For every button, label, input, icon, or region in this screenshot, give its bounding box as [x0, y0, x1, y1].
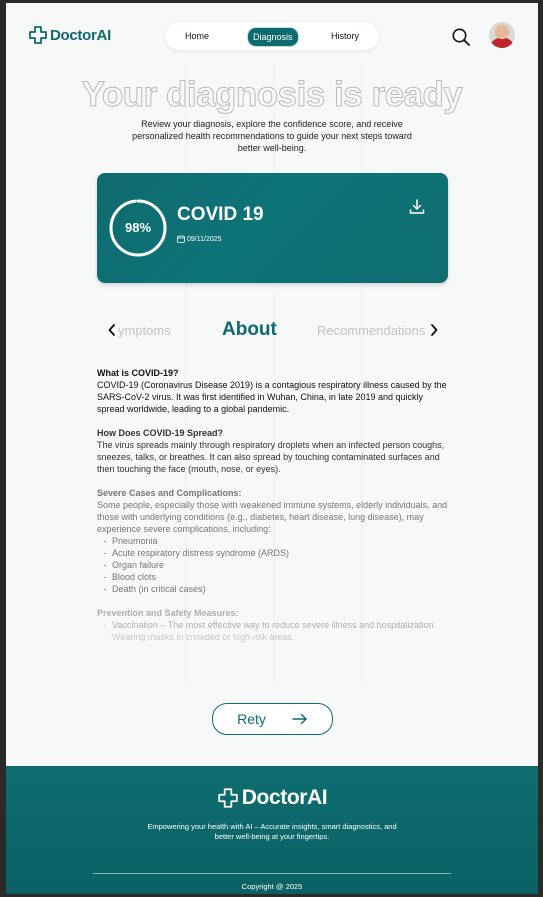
medical-cross-icon	[29, 26, 47, 44]
brand-name: DoctorAI	[50, 26, 111, 44]
list-item: Blood clots	[103, 571, 449, 583]
list-item: Organ failure	[103, 559, 449, 571]
list-item: Pneumonia	[103, 535, 449, 547]
calendar-icon	[177, 235, 185, 243]
nav-diagnosis[interactable]: Diagnosis	[247, 27, 299, 47]
tab-symptoms[interactable]: ymptoms	[118, 323, 171, 338]
download-icon[interactable]	[408, 198, 426, 216]
section-heading: Severe Cases and Complications:	[97, 488, 242, 498]
tab-recommendations[interactable]: Recommendations	[317, 323, 427, 338]
section-body: Some people, especially those with weake…	[97, 500, 448, 534]
medical-cross-icon	[218, 788, 238, 808]
list-item: Death (in critical cases)	[103, 583, 449, 595]
section-heading: How Does COVID-19 Spread?	[97, 428, 224, 438]
arrow-right-icon	[292, 713, 307, 725]
page-title: Your diagnosis is ready	[81, 75, 463, 115]
user-avatar[interactable]	[489, 22, 515, 48]
list-item: Vaccination – The most effective way to …	[103, 619, 449, 631]
chevron-right-icon[interactable]	[429, 323, 439, 337]
about-section: How Does COVID-19 Spread? The virus spre…	[97, 427, 449, 475]
footer-tagline: Empowering your health with AI – Accurat…	[147, 822, 397, 841]
section-heading: Prevention and Safety Measures:	[97, 608, 239, 618]
nav-history[interactable]: History	[331, 22, 359, 50]
section-body: COVID-19 (Coronavirus Disease 2019) is a…	[97, 380, 447, 414]
page: DoctorAI Home Diagnosis History Your dia…	[6, 3, 538, 894]
footer-logo[interactable]: DoctorAI	[6, 786, 538, 810]
complications-list: Pneumonia Acute respiratory distress syn…	[97, 535, 449, 595]
brand-logo[interactable]: DoctorAI	[28, 25, 111, 45]
footer-copyright: Copyright @ 2025	[241, 882, 303, 891]
tab-about[interactable]: About	[222, 319, 277, 341]
about-content: What is COVID-19? COVID-19 (Coronavirus …	[97, 367, 449, 655]
about-section: Severe Cases and Complications: Some peo…	[97, 487, 449, 595]
about-section: What is COVID-19? COVID-19 (Coronavirus …	[97, 367, 449, 415]
main-nav: Home Diagnosis History	[165, 22, 379, 50]
retry-label: Rety	[237, 711, 266, 727]
list-item: Acute respiratory distress syndrome (ARD…	[103, 547, 449, 559]
footer-brand-name: DoctorAI	[241, 786, 328, 809]
footer-divider	[93, 873, 451, 874]
nav-home[interactable]: Home	[185, 22, 209, 50]
page-subtitle: Review your diagnosis, explore the confi…	[132, 119, 412, 153]
list-item: Wearing masks in crowded or high-risk ar…	[103, 631, 449, 643]
about-section: Prevention and Safety Measures: Vaccinat…	[97, 607, 449, 643]
diagnosis-result-card: 98% COVID 19 09/11/2025	[97, 173, 448, 283]
footer: DoctorAI Empowering your health with AI …	[6, 766, 538, 894]
diagnosis-name: COVID 19	[177, 204, 264, 225]
retry-button[interactable]: Rety	[212, 703, 333, 735]
diagnosis-date: 09/11/2025	[187, 235, 222, 243]
section-body: The virus spreads mainly through respira…	[97, 440, 445, 474]
confidence-score: 98%	[124, 220, 152, 235]
prevention-list: Vaccination – The most effective way to …	[97, 619, 449, 643]
diagnosis-date-row: 09/11/2025	[177, 235, 222, 243]
section-heading: What is COVID-19?	[97, 368, 179, 378]
chevron-left-icon[interactable]	[107, 323, 117, 337]
search-icon[interactable]	[450, 26, 472, 48]
